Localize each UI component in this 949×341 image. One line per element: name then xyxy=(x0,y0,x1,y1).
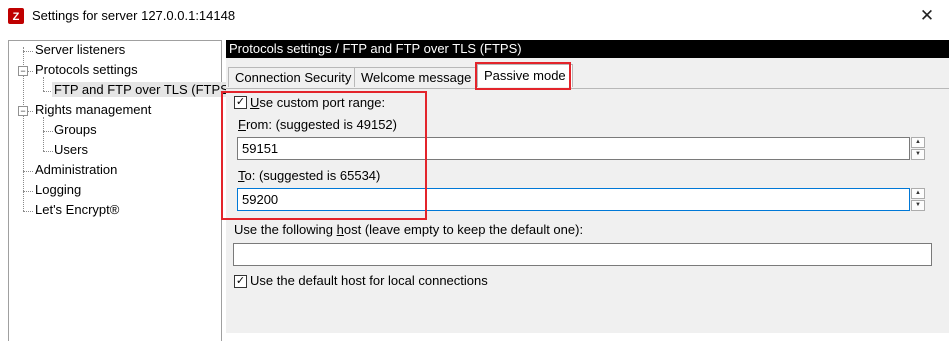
default-host-label[interactable]: Use the default host for local connectio… xyxy=(250,273,488,288)
tab-welcome-message[interactable]: Welcome message xyxy=(354,67,479,87)
to-port-input[interactable]: 59200 xyxy=(237,188,910,211)
tree-item-label: FTP and FTP over TLS (FTPS) xyxy=(52,82,236,97)
settings-tree[interactable]: − − Server listeners Protocols settings … xyxy=(8,40,236,341)
tree-item-rights-management[interactable]: Rights management xyxy=(33,101,153,119)
window-title: Settings for server 127.0.0.1:14148 xyxy=(32,8,236,23)
tree-line xyxy=(23,51,33,52)
title-bar: Z Settings for server 127.0.0.1:14148 ✕ xyxy=(0,0,949,32)
tree-line xyxy=(23,211,33,212)
collapse-icon[interactable]: − xyxy=(18,66,28,76)
tree-item-protocols-settings[interactable]: Protocols settings xyxy=(33,61,140,79)
label-text: Use the following xyxy=(234,222,337,237)
mnemonic: U xyxy=(250,95,260,110)
spin-up-icon[interactable]: ▲ xyxy=(911,137,925,148)
tab-passive-mode[interactable]: Passive mode xyxy=(477,64,573,87)
to-port-label: To: (suggested is 65534) xyxy=(238,168,380,183)
tree-item-ftp-ftps[interactable]: FTP and FTP over TLS (FTPS) xyxy=(52,81,236,99)
to-port-spinner[interactable]: ▲ ▼ xyxy=(911,188,925,211)
tree-item-lets-encrypt[interactable]: Let's Encrypt® xyxy=(33,201,121,219)
panel-header: Protocols settings / FTP and FTP over TL… xyxy=(226,40,949,58)
use-custom-port-range-label[interactable]: Use custom port range: xyxy=(250,95,385,110)
spin-up-icon[interactable]: ▲ xyxy=(911,188,925,199)
spin-down-icon[interactable]: ▼ xyxy=(911,200,925,211)
tree-item-label: Logging xyxy=(35,182,82,197)
default-host-checkbox[interactable]: ✓ xyxy=(234,275,247,288)
tree-line xyxy=(23,191,33,192)
close-icon[interactable]: ✕ xyxy=(914,6,940,26)
mnemonic: F xyxy=(238,117,246,132)
tree-line xyxy=(23,171,33,172)
tree-item-server-listeners[interactable]: Server listeners xyxy=(33,41,127,59)
tree-item-label: Groups xyxy=(54,122,97,137)
tab-label: Connection Security xyxy=(235,70,352,85)
label-text: ost (leave empty to keep the default one… xyxy=(343,222,584,237)
use-custom-port-range-checkbox[interactable]: ✓ xyxy=(234,96,247,109)
tree-item-label: Users xyxy=(54,142,88,157)
tree-item-administration[interactable]: Administration xyxy=(33,161,119,179)
from-port-input[interactable]: 59151 xyxy=(237,137,910,160)
tab-connection-security[interactable]: Connection Security xyxy=(228,67,359,87)
tree-item-label: Rights management xyxy=(35,102,152,117)
svg-text:Z: Z xyxy=(13,11,20,23)
host-label: Use the following host (leave empty to k… xyxy=(234,222,583,237)
tab-page-border xyxy=(226,88,949,89)
tree-item-label: Protocols settings xyxy=(35,62,138,77)
collapse-icon[interactable]: − xyxy=(18,106,28,116)
tree-item-groups[interactable]: Groups xyxy=(52,121,99,139)
filezilla-icon: Z xyxy=(8,8,24,24)
mnemonic: h xyxy=(336,222,344,237)
tab-label: Welcome message xyxy=(361,70,472,85)
tree-item-logging[interactable]: Logging xyxy=(33,181,83,199)
label-text: rom: (suggested is 49152) xyxy=(245,117,397,132)
label-text: o: (suggested is 65534) xyxy=(244,168,381,183)
tree-item-label: Administration xyxy=(35,162,118,177)
host-input[interactable] xyxy=(233,243,932,266)
tab-label: Passive mode xyxy=(484,68,566,83)
label-text: se custom port range: xyxy=(259,95,386,110)
spin-down-icon[interactable]: ▼ xyxy=(911,149,925,160)
tree-item-users[interactable]: Users xyxy=(52,141,90,159)
tree-line xyxy=(43,117,44,151)
from-port-label: From: (suggested is 49152) xyxy=(238,117,397,132)
from-port-spinner[interactable]: ▲ ▼ xyxy=(911,137,925,160)
tree-line xyxy=(43,77,44,91)
tree-item-label: Let's Encrypt® xyxy=(35,202,120,217)
tree-item-label: Server listeners xyxy=(35,42,126,57)
